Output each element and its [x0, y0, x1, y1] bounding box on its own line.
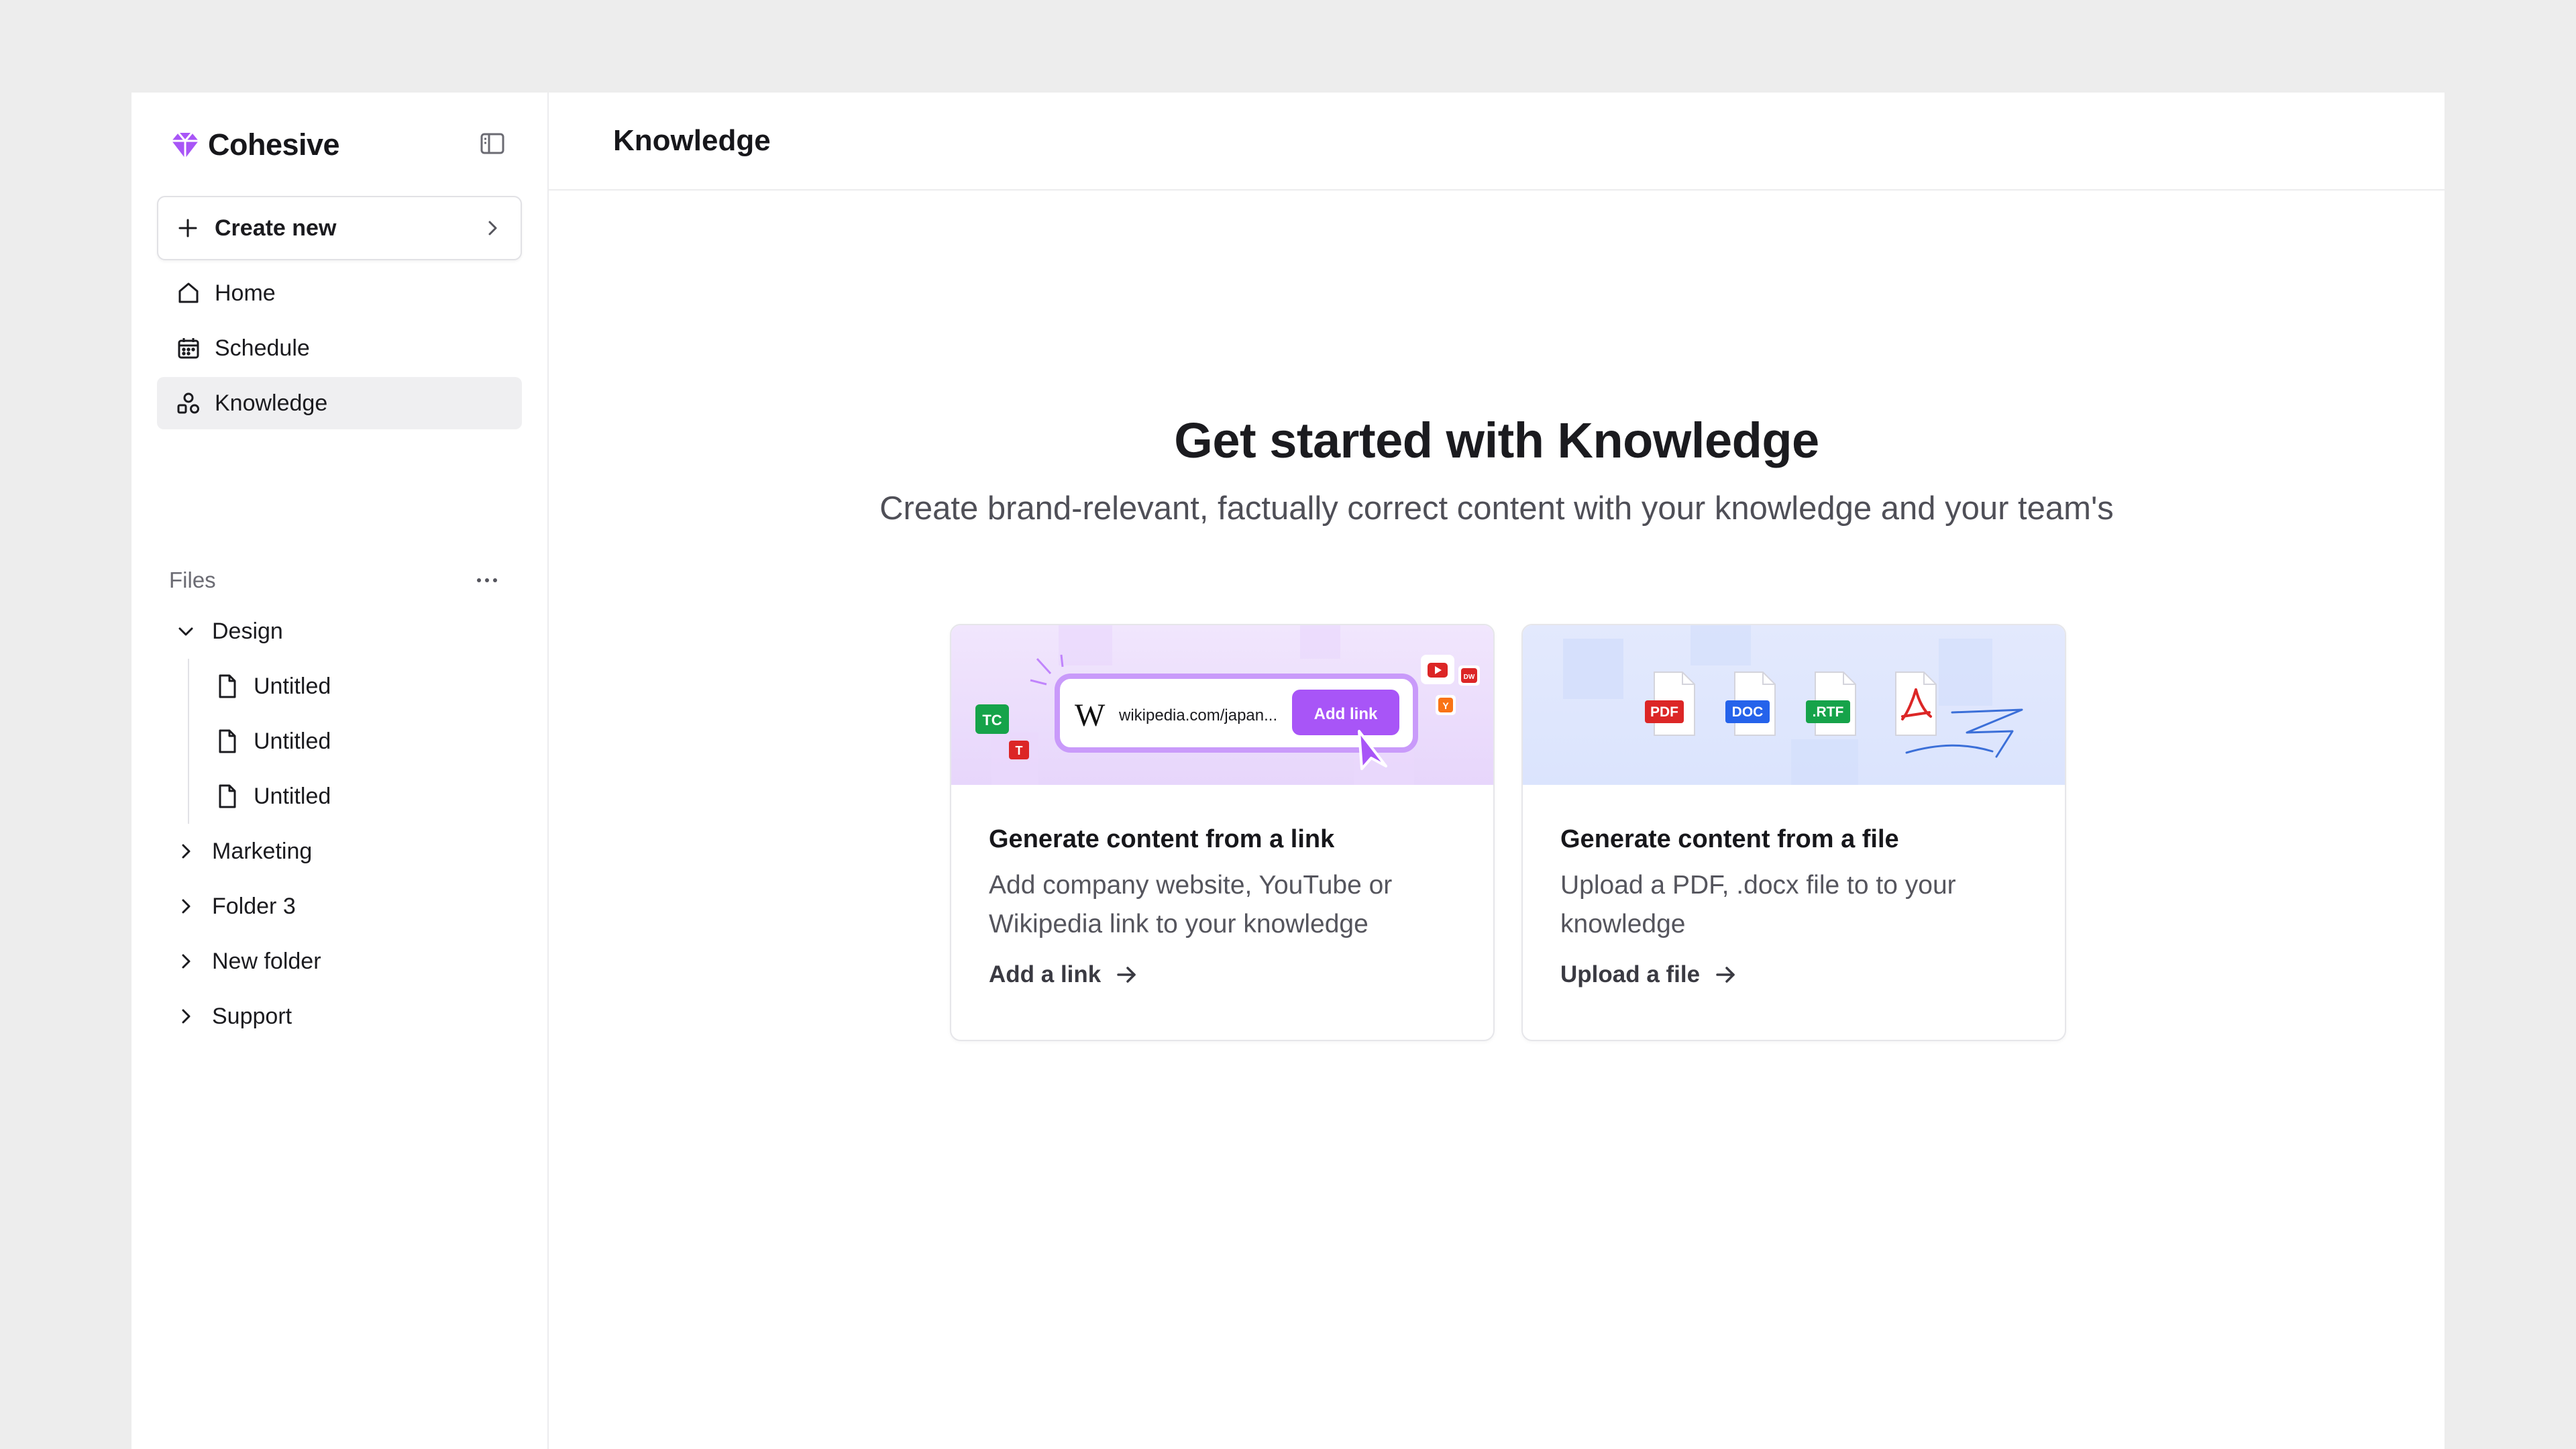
file-item[interactable]: Untitled [216, 769, 504, 824]
upload-file-label: Upload a file [1560, 961, 1701, 987]
collapse-sidebar-button[interactable] [478, 129, 507, 158]
file-icon [219, 729, 236, 753]
card-description: Upload a PDF, .docx file to to your know… [1560, 871, 1956, 938]
add-link-illus-button: Add link [1314, 705, 1378, 723]
create-new-label: Create new [215, 215, 337, 241]
more-options-icon[interactable] [474, 574, 500, 587]
app-window: Cohesive Create new Home Schedule Knowle… [131, 93, 2445, 1449]
top-bar: Knowledge [549, 93, 2445, 191]
sidebar: Cohesive Create new Home Schedule Knowle… [131, 93, 549, 1449]
home-icon [178, 282, 199, 303]
wiki-glyph: W [1075, 698, 1106, 733]
card-body: Generate content from a link Add company… [951, 785, 1493, 988]
design-children: Untitled Untitled Untitled [188, 659, 504, 824]
folder-marketing[interactable]: Marketing [169, 824, 504, 879]
nav-item-knowledge[interactable]: Knowledge [157, 377, 522, 429]
chevron-right-icon[interactable] [176, 896, 196, 916]
cohesive-logo-icon [172, 132, 199, 158]
badge-tc: TC [982, 712, 1002, 729]
link-illustration: W wikipedia.com/japan... Add link TC T D… [951, 625, 1493, 785]
badge-t: T [1016, 744, 1023, 757]
file-label: Untitled [254, 728, 331, 754]
nav-item-home[interactable]: Home [157, 267, 522, 319]
get-started-cards: W wikipedia.com/japan... Add link TC T D… [950, 624, 2066, 1041]
file-label: Untitled [254, 783, 331, 809]
folder-new-folder[interactable]: New folder [169, 934, 504, 989]
brand[interactable]: Cohesive [169, 127, 340, 162]
chevron-right-icon[interactable] [176, 951, 196, 971]
file-label: Untitled [254, 673, 331, 699]
link-illustration-graphic: W wikipedia.com/japan... Add link TC T D… [951, 625, 1493, 785]
files-label: Files [169, 568, 216, 592]
chevron-right-icon[interactable] [176, 1006, 196, 1026]
card-title: Generate content from a link [989, 825, 1335, 853]
folder-label: Marketing [212, 838, 313, 864]
arrow-right-icon [1117, 967, 1136, 983]
chevron-down-icon[interactable] [176, 621, 196, 641]
folder-label: New folder [212, 948, 321, 974]
sidebar-toggle-icon [480, 133, 504, 154]
file-icon [219, 674, 236, 698]
nav-item-label: Knowledge [215, 390, 328, 416]
add-link-card[interactable]: W wikipedia.com/japan... Add link TC T D… [950, 624, 1495, 1041]
nav-item-label: Schedule [215, 335, 310, 361]
add-link-action[interactable]: Add a link [989, 961, 1456, 988]
hero-title: Get started with Knowledge [1174, 413, 1819, 468]
card-body: Generate content from a file Upload a PD… [1523, 785, 2065, 988]
folder-folder-3[interactable]: Folder 3 [169, 879, 504, 934]
folder-design[interactable]: Design [169, 604, 504, 659]
knowledge-icon [177, 392, 199, 414]
hero-subtitle: Create brand-relevant, factually correct… [879, 490, 2114, 527]
file-item[interactable]: Untitled [216, 659, 504, 714]
badge-y: Y [1442, 700, 1449, 711]
main-nav: Home Schedule Knowledge [157, 267, 522, 432]
create-new-button[interactable]: Create new [157, 196, 522, 260]
add-link-label: Add a link [989, 961, 1102, 987]
card-description: Add company website, YouTube or Wikipedi… [989, 871, 1393, 938]
file-tree: Design Untitled Untitled Untitled Market… [169, 604, 504, 1044]
card-title: Generate content from a file [1560, 825, 1899, 853]
plus-icon [178, 219, 197, 237]
brand-name: Cohesive [208, 127, 340, 162]
calendar-icon [178, 338, 199, 359]
file-item[interactable]: Untitled [216, 714, 504, 769]
upload-file-card[interactable]: PDF DOC .RTF Generate content from a fil… [1521, 624, 2066, 1041]
file-icon [219, 784, 236, 808]
badge-dw: DW [1464, 674, 1475, 681]
file-type-doc: DOC [1732, 704, 1764, 720]
page-title: Knowledge [613, 124, 771, 157]
nav-item-label: Home [215, 280, 276, 306]
file-illustration-graphic: PDF DOC .RTF [1523, 625, 2065, 785]
nav-item-schedule[interactable]: Schedule [157, 322, 522, 374]
files-section-header: Files [169, 568, 500, 593]
folder-label: Folder 3 [212, 893, 296, 919]
folder-label: Support [212, 1003, 292, 1029]
file-type-rtf: .RTF [1813, 704, 1844, 720]
file-illustration: PDF DOC .RTF [1523, 625, 2065, 785]
file-type-pdf: PDF [1650, 704, 1678, 720]
arrow-right-icon [1716, 967, 1735, 983]
main-content: Knowledge Get started with Knowledge Cre… [549, 93, 2445, 1449]
folder-label: Design [212, 618, 283, 644]
chevron-right-icon[interactable] [176, 841, 196, 861]
upload-file-action[interactable]: Upload a file [1560, 961, 2027, 988]
chevron-right-icon [488, 221, 497, 235]
folder-support[interactable]: Support [169, 989, 504, 1044]
link-url-text: wikipedia.com/japan... [1118, 706, 1277, 724]
